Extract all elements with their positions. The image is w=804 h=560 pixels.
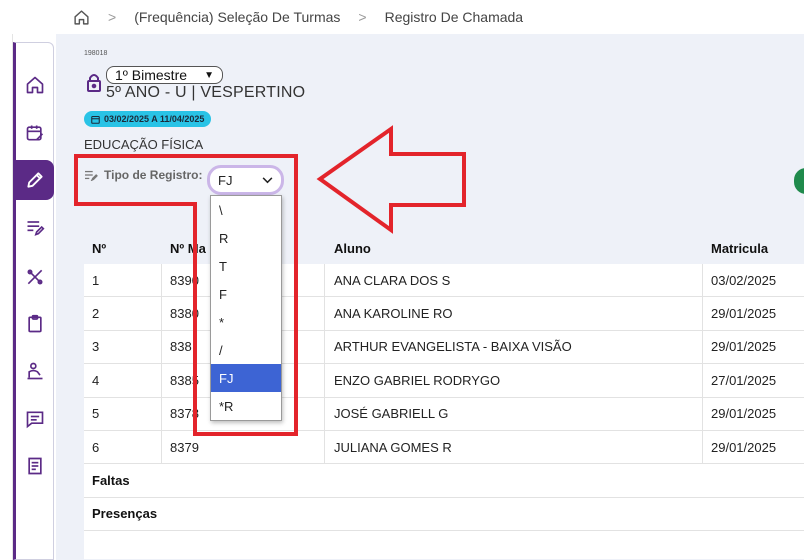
chevron-down-icon: ▼	[204, 69, 214, 81]
sidebar-item-clipboard[interactable]	[16, 304, 54, 344]
header-n: Nº	[92, 240, 107, 256]
cell-matricula: 03/02/2025	[711, 272, 777, 288]
option-slash[interactable]: /	[211, 336, 281, 364]
home-icon[interactable]	[72, 8, 90, 26]
cell-aluno: JULIANA GOMES R	[325, 430, 703, 464]
cell-matricula: 29/01/2025	[711, 339, 777, 355]
tools-icon	[27, 269, 43, 285]
sidebar-item-leitura[interactable]	[16, 351, 54, 391]
tipo-registro-text: Tipo de Registro:	[104, 168, 203, 182]
breadcrumb-item-registro: Registro De Chamada	[384, 9, 524, 25]
document-icon	[28, 457, 42, 475]
table-row[interactable]: 4 8385 ENZO GABRIEL RODRYGO 27/01/2025	[84, 364, 804, 398]
cell-aluno: ARTHUR EVANGELISTA - BAIXA VISÃO	[325, 330, 703, 364]
cell-aluno: ANA KAROLINE RO	[325, 297, 703, 330]
action-button[interactable]	[794, 168, 804, 194]
table-row[interactable]: 5 8378 JOSÉ GABRIELL G 29/01/2025	[84, 397, 804, 431]
sidebar-item-calendar[interactable]	[16, 113, 54, 153]
cell-matricula: 27/01/2025	[711, 372, 777, 388]
tipo-registro-label: Tipo de Registro:	[84, 168, 202, 182]
option-fj[interactable]: FJ	[211, 364, 281, 392]
period-text: 03/02/2025 A 11/04/2025	[104, 114, 205, 124]
turma-code: 198018	[84, 50, 108, 57]
chevron-down-icon	[262, 176, 273, 183]
sidebar-item-documentos[interactable]	[16, 446, 54, 486]
main-area: 198018 1º Bimestre ▼ 5º ANO - U | VESPER…	[56, 34, 804, 560]
breadcrumb-separator: >	[108, 9, 117, 25]
home-icon	[26, 76, 44, 94]
header-aluno: Aluno	[334, 240, 371, 256]
clipboard-icon	[28, 314, 42, 333]
calendar-edit-icon	[26, 125, 44, 141]
option-backslash[interactable]: \	[211, 196, 281, 224]
cell-n: 6	[84, 430, 162, 464]
cell-matricula: 29/01/2025	[711, 406, 777, 422]
bimestre-value: 1º Bimestre	[115, 67, 188, 83]
table-row[interactable]: 3 838 ARTHUR EVANGELISTA - BAIXA VISÃO 2…	[84, 330, 804, 365]
faltas-row: Faltas	[84, 464, 804, 498]
sidebar-item-notas[interactable]	[16, 207, 54, 247]
sidebar-item-home[interactable]	[16, 65, 54, 105]
cell-n: 4	[84, 364, 162, 397]
option-t[interactable]: T	[211, 252, 281, 280]
table-row[interactable]: 1 8390 ANA CLARA DOS S 03/02/2025	[84, 264, 804, 298]
turma-title: 5º ANO - U | VESPERTINO	[106, 84, 306, 101]
header-matricula: Matricula	[711, 240, 769, 256]
cell-aluno: JOSÉ GABRIELL G	[325, 397, 703, 430]
pencil-icon	[27, 172, 43, 188]
reader-icon	[27, 362, 43, 380]
cell-n: 5	[84, 397, 162, 430]
table-header: Nº Nº Ma Aluno Matricula	[84, 232, 804, 264]
breadcrumb-item-selecao[interactable]: (Frequência) Seleção De Turmas	[134, 9, 340, 25]
table-row[interactable]: 2 8380 ANA KAROLINE RO 29/01/2025	[84, 297, 804, 331]
cell-aluno: ANA CLARA DOS S	[325, 264, 703, 297]
bimestre-select[interactable]: 1º Bimestre ▼	[106, 66, 223, 84]
presencas-row: Presenças	[84, 497, 804, 532]
table-row[interactable]: 6 8379 JULIANA GOMES R 29/01/2025	[84, 430, 804, 465]
cell-n: 3	[84, 330, 162, 364]
breadcrumb: > (Frequência) Seleção De Turmas > Regis…	[0, 0, 804, 34]
list-edit-icon	[27, 221, 45, 236]
tipo-registro-value: FJ	[218, 172, 233, 188]
option-f[interactable]: F	[211, 280, 281, 308]
sidebar-item-ferramentas[interactable]	[16, 257, 54, 297]
sidebar	[13, 42, 54, 560]
cell-aluno: ENZO GABRIEL RODRYGO	[325, 364, 703, 397]
cell-matricula: 29/01/2025	[711, 439, 777, 455]
period-badge: 03/02/2025 A 11/04/2025	[84, 111, 212, 127]
option-asterisk[interactable]: *	[211, 308, 281, 336]
cell-n: 2	[84, 297, 162, 330]
cell-n: 1	[84, 264, 162, 297]
sidebar-item-chamada[interactable]	[16, 160, 54, 200]
left-border	[0, 34, 13, 560]
cell-matricula: 29/01/2025	[711, 306, 777, 322]
cell-num: 8379	[162, 430, 325, 464]
option-r[interactable]: R	[211, 224, 281, 252]
tipo-registro-options: \ R T F * / FJ *R	[210, 195, 282, 421]
calendar-icon	[91, 115, 100, 124]
content: 198018 1º Bimestre ▼ 5º ANO - U | VESPER…	[84, 34, 804, 560]
chat-icon	[26, 411, 44, 429]
students-table: Nº Nº Ma Aluno Matricula 1 8390 ANA CLAR…	[84, 232, 804, 560]
option-asterisk-r[interactable]: *R	[211, 392, 281, 420]
breadcrumb-separator: >	[358, 9, 367, 25]
list-edit-icon	[85, 170, 98, 181]
sidebar-item-mensagens[interactable]	[16, 399, 54, 439]
disciplina-label: EDUCAÇÃO FÍSICA	[84, 137, 204, 152]
lock-icon	[87, 74, 101, 92]
table-footer	[84, 531, 804, 560]
tipo-registro-select[interactable]: FJ	[207, 165, 284, 195]
